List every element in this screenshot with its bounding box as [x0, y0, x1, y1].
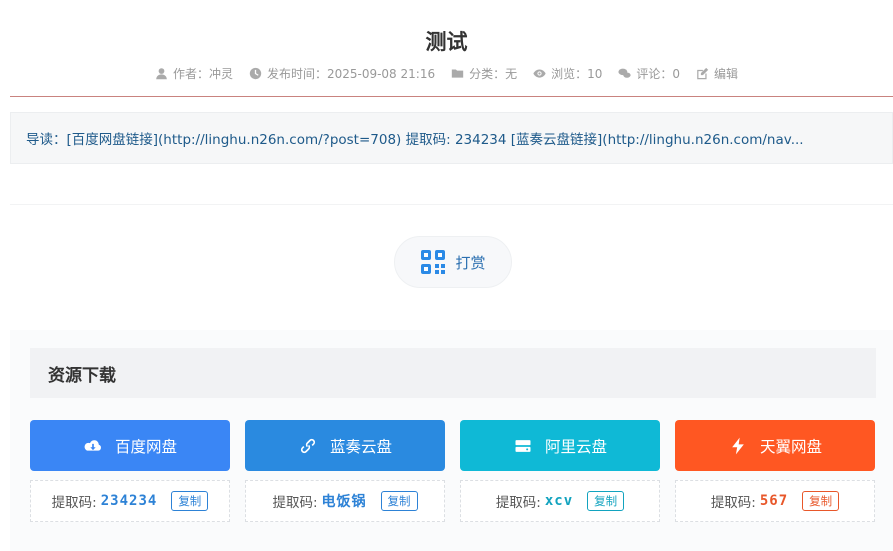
lanzou-copy-button[interactable]: 复制: [380, 491, 418, 511]
aliyun-code-row: 提取码: xcv 复制: [460, 480, 660, 522]
comments-icon: [618, 68, 631, 78]
meta-author[interactable]: 作者：冲灵: [155, 65, 233, 82]
baidu-code-row: 提取码: 234234 复制: [30, 480, 230, 522]
download-header: 资源下载: [30, 348, 876, 398]
meta-category[interactable]: 分类：无: [451, 65, 517, 82]
lanzou-code-row: 提取码: 电饭锅 复制: [245, 480, 445, 522]
meta-category-text: 分类：无: [469, 67, 518, 81]
code-label: 提取码:: [51, 495, 97, 511]
download-card-baidu: 百度网盘 提取码: 234234 复制: [30, 420, 230, 522]
download-card-aliyun: 阿里云盘 提取码: xcv 复制: [460, 420, 660, 522]
baidu-download-button[interactable]: 百度网盘: [30, 420, 230, 471]
download-card-lanzou: 蓝奏云盘 提取码: 电饭锅 复制: [245, 420, 445, 522]
code-label: 提取码:: [495, 495, 541, 511]
meta-comments-text: 评论：0: [636, 67, 681, 81]
lanzou-download-label: 蓝奏云盘: [329, 437, 392, 456]
tianyi-code: 567: [759, 493, 789, 509]
clock-icon: [249, 67, 262, 80]
bolt-icon: [732, 437, 744, 454]
tianyi-code-row: 提取码: 567 复制: [675, 480, 875, 522]
post-page: 测试 作者：冲灵 发布时间：2025-09-08 21:16 分类：无 浏览：1…: [0, 0, 893, 551]
meta-comments[interactable]: 评论：0: [618, 65, 680, 82]
lanzou-code: 电饭锅: [321, 494, 367, 510]
baidu-download-label: 百度网盘: [114, 437, 177, 456]
drive-icon: [515, 439, 531, 452]
user-icon: [156, 68, 167, 80]
download-cards: 百度网盘 提取码: 234234 复制 蓝奏云盘 提取码: 电饭锅 复制 阿里云…: [30, 420, 876, 522]
aliyun-copy-button[interactable]: 复制: [587, 491, 625, 511]
folder-icon: [451, 69, 464, 78]
post-title: 测试: [425, 30, 468, 54]
edit-link-text: 编辑: [714, 67, 739, 81]
aliyun-download-button[interactable]: 阿里云盘: [460, 420, 660, 471]
code-label: 提取码:: [272, 495, 318, 511]
download-card-tianyi: 天翼网盘 提取码: 567 复制: [675, 420, 875, 522]
tianyi-copy-button[interactable]: 复制: [802, 491, 840, 511]
aliyun-download-label: 阿里云盘: [544, 437, 607, 456]
post-summary: 导读：[百度网盘链接](http://linghu.n26n.com/?post…: [10, 112, 893, 164]
reward-label: 打赏: [455, 253, 486, 272]
content-divider: [10, 204, 893, 205]
eye-icon: [533, 69, 546, 78]
meta-published-text: 发布时间：2025-09-08 21:16: [266, 67, 436, 81]
reward-button[interactable]: 打赏: [394, 236, 512, 288]
tianyi-download-label: 天翼网盘: [759, 437, 822, 456]
meta-published: 发布时间：2025-09-08 21:16: [249, 65, 435, 82]
qrcode-icon: [421, 250, 446, 274]
resource-download-panel: 资源下载 百度网盘 提取码: 234234 复制 蓝奏云盘 提取码: 电饭锅 复…: [10, 330, 893, 551]
title-divider: [10, 96, 893, 97]
post-meta: 作者：冲灵 发布时间：2025-09-08 21:16 分类：无 浏览：10 评…: [0, 65, 893, 82]
baidu-copy-button[interactable]: 复制: [171, 491, 209, 511]
edit-icon: [697, 67, 709, 80]
link-icon: [300, 438, 316, 453]
meta-views: 浏览：10: [533, 65, 602, 82]
baidu-code: 234234: [100, 493, 158, 509]
code-label: 提取码:: [710, 495, 756, 511]
edit-link[interactable]: 编辑: [696, 65, 738, 82]
lanzou-download-button[interactable]: 蓝奏云盘: [245, 420, 445, 471]
meta-views-text: 浏览：10: [551, 67, 603, 81]
aliyun-code: xcv: [544, 493, 574, 509]
tianyi-download-button[interactable]: 天翼网盘: [675, 420, 875, 471]
cloud-download-icon: [84, 439, 101, 451]
meta-author-text: 作者：冲灵: [172, 67, 233, 81]
